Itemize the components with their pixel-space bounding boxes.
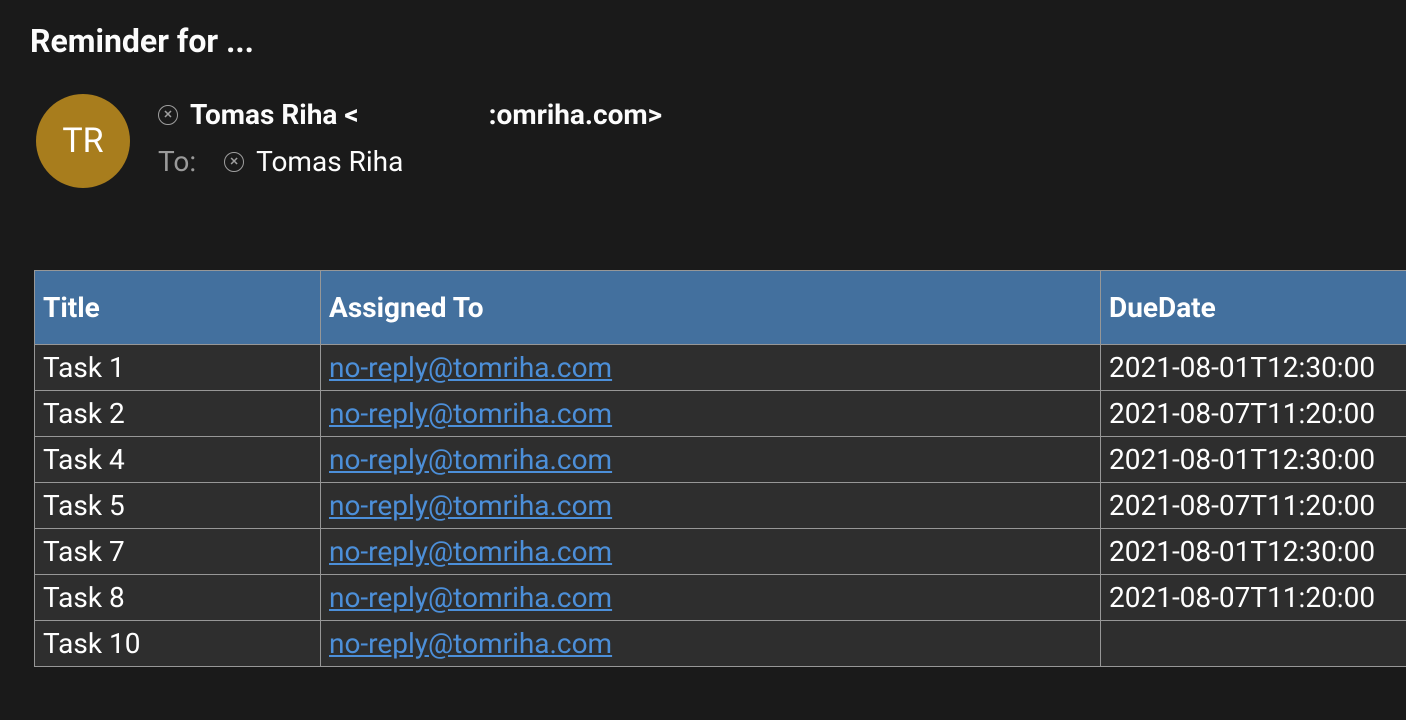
assigned-email-link[interactable]: no-reply@tomriha.com bbox=[329, 581, 612, 614]
table-row: Task 1 no-reply@tomriha.com 2021-08-01T1… bbox=[35, 345, 1406, 391]
email-subject: Reminder for ... bbox=[0, 0, 1406, 60]
assigned-email-link[interactable]: no-reply@tomriha.com bbox=[329, 535, 612, 568]
to-row: To: Tomas Riha bbox=[158, 145, 662, 178]
task-table-body: Task 1 no-reply@tomriha.com 2021-08-01T1… bbox=[35, 345, 1406, 667]
task-table-wrap: Title Assigned To DueDate Task 1 no-repl… bbox=[0, 188, 1406, 667]
cell-due: 2021-08-01T12:30:00 bbox=[1101, 529, 1406, 575]
cell-due bbox=[1101, 621, 1406, 667]
cell-title: Task 4 bbox=[35, 437, 321, 483]
table-row: Task 10 no-reply@tomriha.com bbox=[35, 621, 1406, 667]
col-header-title: Title bbox=[35, 271, 321, 345]
assigned-email-link[interactable]: no-reply@tomriha.com bbox=[329, 443, 612, 476]
cell-due: 2021-08-01T12:30:00 bbox=[1101, 437, 1406, 483]
cell-assigned: no-reply@tomriha.com bbox=[321, 483, 1101, 529]
cell-assigned: no-reply@tomriha.com bbox=[321, 345, 1101, 391]
assigned-email-link[interactable]: no-reply@tomriha.com bbox=[329, 351, 612, 384]
cell-assigned: no-reply@tomriha.com bbox=[321, 529, 1101, 575]
assigned-email-link[interactable]: no-reply@tomriha.com bbox=[329, 397, 612, 430]
table-row: Task 4 no-reply@tomriha.com 2021-08-01T1… bbox=[35, 437, 1406, 483]
col-header-due: DueDate bbox=[1101, 271, 1406, 345]
avatar: TR bbox=[36, 94, 130, 188]
task-table: Title Assigned To DueDate Task 1 no-repl… bbox=[34, 270, 1406, 667]
cell-title: Task 2 bbox=[35, 391, 321, 437]
table-row: Task 8 no-reply@tomriha.com 2021-08-07T1… bbox=[35, 575, 1406, 621]
to-label: To: bbox=[158, 145, 196, 178]
remove-recipient-icon[interactable] bbox=[224, 152, 244, 172]
to-name: Tomas Riha bbox=[256, 145, 403, 178]
cell-title: Task 1 bbox=[35, 345, 321, 391]
cell-title: Task 10 bbox=[35, 621, 321, 667]
cell-due: 2021-08-01T12:30:00 bbox=[1101, 345, 1406, 391]
cell-title: Task 8 bbox=[35, 575, 321, 621]
cell-assigned: no-reply@tomriha.com bbox=[321, 621, 1101, 667]
from-name: Tomas Riha < bbox=[190, 98, 359, 131]
cell-due: 2021-08-07T11:20:00 bbox=[1101, 391, 1406, 437]
table-header-row: Title Assigned To DueDate bbox=[35, 271, 1406, 345]
assigned-email-link[interactable]: no-reply@tomriha.com bbox=[329, 627, 612, 660]
cell-assigned: no-reply@tomriha.com bbox=[321, 575, 1101, 621]
cell-title: Task 5 bbox=[35, 483, 321, 529]
from-row: Tomas Riha < :omriha.com> bbox=[158, 98, 662, 131]
assigned-email-link[interactable]: no-reply@tomriha.com bbox=[329, 489, 612, 522]
cell-due: 2021-08-07T11:20:00 bbox=[1101, 575, 1406, 621]
col-header-assigned: Assigned To bbox=[321, 271, 1101, 345]
table-row: Task 2 no-reply@tomriha.com 2021-08-07T1… bbox=[35, 391, 1406, 437]
table-row: Task 7 no-reply@tomriha.com 2021-08-01T1… bbox=[35, 529, 1406, 575]
cell-assigned: no-reply@tomriha.com bbox=[321, 437, 1101, 483]
from-domain-fragment: :omriha.com> bbox=[489, 98, 663, 131]
email-header: TR Tomas Riha < :omriha.com> To: Tomas R… bbox=[0, 60, 1406, 188]
email-meta: Tomas Riha < :omriha.com> To: Tomas Riha bbox=[158, 94, 662, 178]
table-row: Task 5 no-reply@tomriha.com 2021-08-07T1… bbox=[35, 483, 1406, 529]
cell-assigned: no-reply@tomriha.com bbox=[321, 391, 1101, 437]
cell-title: Task 7 bbox=[35, 529, 321, 575]
cell-due: 2021-08-07T11:20:00 bbox=[1101, 483, 1406, 529]
remove-sender-icon[interactable] bbox=[158, 105, 178, 125]
